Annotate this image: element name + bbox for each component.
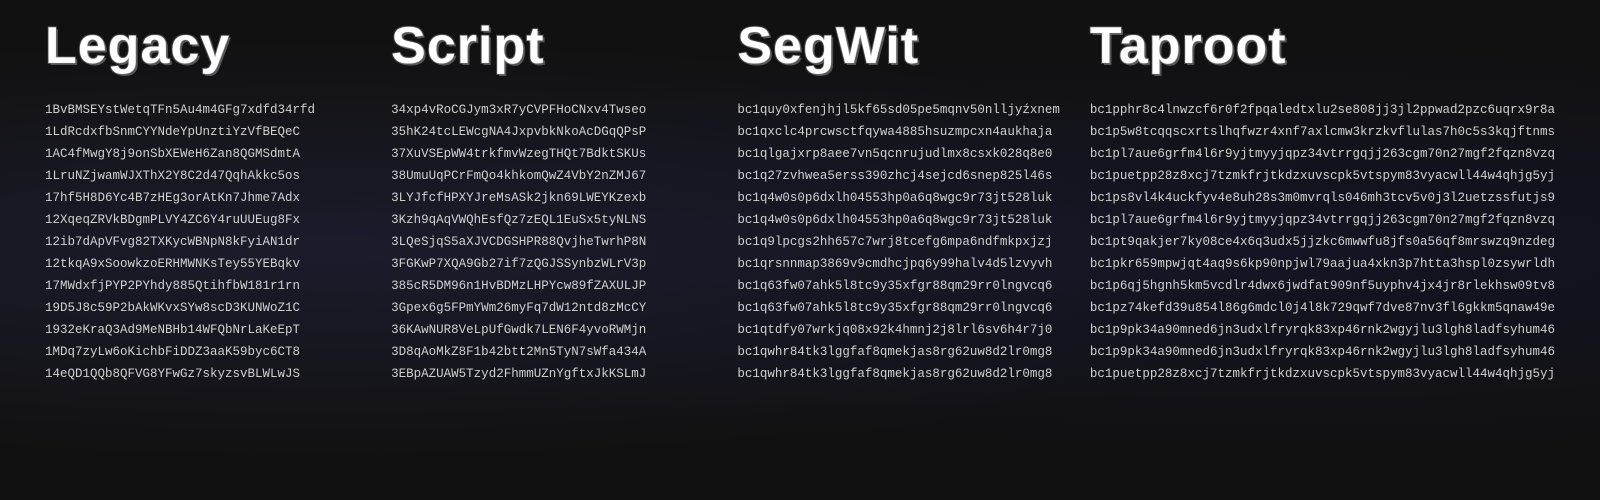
address-item[interactable]: 1BvBMSEYstWetqTFn5Au4m4GFg7xdfd34rfd: [45, 100, 361, 120]
address-item[interactable]: bc1qrsnnmap3869v9cmdhcjpq6y99halv4d5lzvy…: [737, 254, 1060, 274]
address-item[interactable]: 34xp4vRoCGJym3xR7yCVPFHoCNxv4Twseo: [391, 100, 707, 120]
address-item[interactable]: bc1q4w0s0p6dxlh04553hp0a6q8wgc9r73jt528l…: [737, 210, 1060, 230]
address-item[interactable]: 1LruNZjwamWJXThX2Y8C2d47QqhAkkc5os: [45, 166, 361, 186]
address-item[interactable]: bc1p6qj5hgnh5km5vcdlr4dwx6jwdfat909nf5uy…: [1090, 276, 1555, 296]
address-list-taproot: bc1pphr8c4lnwzcf6r0f2fpqaledtxlu2se808jj…: [1090, 100, 1555, 384]
column-script: Script 34xp4vRoCGJym3xR7yCVPFHoCNxv4Twseo…: [376, 20, 722, 384]
address-item[interactable]: 3LYJfcfHPXYJreMsASk2jkn69LWEYKzexb: [391, 188, 707, 208]
address-item[interactable]: bc1qtdfy07wrkjq08x92k4hmnj2j8lrl6sv6h4r7…: [737, 320, 1060, 340]
address-item[interactable]: bc1q27zvhwea5erss390zhcj4sejcd6snep825l4…: [737, 166, 1060, 186]
address-item[interactable]: bc1q9lpcgs2hh657c7wrj8tcefg6mpa6ndfmkpxj…: [737, 232, 1060, 252]
column-title-script: Script: [391, 20, 707, 72]
column-taproot: Taproot bc1pphr8c4lnwzcf6r0f2fpqaledtxlu2…: [1075, 20, 1570, 384]
column-legacy: Legacy 1BvBMSEYstWetqTFn5Au4m4GFg7xdfd34r…: [30, 20, 376, 384]
address-item[interactable]: 3Kzh9qAqVWQhEsfQz7zEQL1EuSx5tyNLNS: [391, 210, 707, 230]
address-item[interactable]: 19D5J8c59P2bAkWKvxSYw8scD3KUNWoZ1C: [45, 298, 361, 318]
address-item[interactable]: 12XqeqZRVkBDgmPLVY4ZC6Y4ruUUEug8Fx: [45, 210, 361, 230]
column-title-legacy: Legacy: [45, 20, 361, 72]
address-item[interactable]: 3LQeSjqS5aXJVCDGSHPR88QvjheTwrhP8N: [391, 232, 707, 252]
address-item[interactable]: bc1puetpp28z8xcj7tzmkfrjtkdzxuvscpk5vtsp…: [1090, 364, 1555, 384]
address-item[interactable]: 38UmuUqPCrFmQo4khkomQwZ4VbY2nZMJ67: [391, 166, 707, 186]
column-segwit: SegWit bc1quy0xfenjhjl5kf65sd05pe5mqnv50n…: [722, 20, 1075, 384]
address-item[interactable]: 17hf5H8D6Yc4B7zHEg3orAtKn7Jhme7Adx: [45, 188, 361, 208]
address-item[interactable]: bc1q63fw07ahk5l8tc9y35xfgr88qm29rr0lngvc…: [737, 298, 1060, 318]
address-item[interactable]: bc1pphr8c4lnwzcf6r0f2fpqaledtxlu2se808jj…: [1090, 100, 1555, 120]
address-item[interactable]: bc1pz74kefd39u854l86g6mdcl0j4l8k729qwf7d…: [1090, 298, 1555, 318]
address-item[interactable]: 36KAwNUR8VeLpUfGwdk7LEN6F4yvoRWMjn: [391, 320, 707, 340]
address-item[interactable]: bc1quy0xfenjhjl5kf65sd05pe5mqnv50nlljyźx…: [737, 100, 1060, 120]
address-item[interactable]: bc1pt9qakjer7ky08ce4x6q3udx5jjzkc6mwwfu8…: [1090, 232, 1555, 252]
address-item[interactable]: 35hK24tcLEWcgNA4JxpvbkNkoAcDGqQPsP: [391, 122, 707, 142]
address-list-segwit: bc1quy0xfenjhjl5kf65sd05pe5mqnv50nlljyźx…: [737, 100, 1060, 384]
column-title-taproot: Taproot: [1090, 20, 1555, 72]
address-item[interactable]: bc1q63fw07ahk5l8tc9y35xfgr88qm29rr0lngvc…: [737, 276, 1060, 296]
address-item[interactable]: bc1qlgajxrp8aee7vn5qcnrujudlmx8csxk028q8…: [737, 144, 1060, 164]
address-item[interactable]: bc1ps8vl4k4uckfyv4e8uh28s3m0mvrqls046mh3…: [1090, 188, 1555, 208]
address-item[interactable]: bc1pl7aue6grfm4l6r9yjtmyyjqpz34vtrrgqjj2…: [1090, 210, 1555, 230]
address-item[interactable]: 37XuVSEpWW4trkfmvWzegTHQt7BdktSKUs: [391, 144, 707, 164]
address-item[interactable]: 1932eKraQ3Ad9MeNBHb14WFQbNrLaKeEpT: [45, 320, 361, 340]
address-item[interactable]: bc1pl7aue6grfm4l6r9yjtmyyjqpz34vtrrgqjj2…: [1090, 144, 1555, 164]
address-item[interactable]: bc1puetpp28z8xcj7tzmkfrjtkdzxuvscpk5vtsp…: [1090, 166, 1555, 186]
address-item[interactable]: 385cR5DM96n1HvBDMzLHPYcw89fZAXULJP: [391, 276, 707, 296]
address-item[interactable]: 1AC4fMwgY8j9onSbXEWeH6Zan8QGMSdmtA: [45, 144, 361, 164]
address-list-script: 34xp4vRoCGJym3xR7yCVPFHoCNxv4Twseo35hK24…: [391, 100, 707, 384]
address-item[interactable]: 1LdRcdxfbSnmCYYNdeYpUnztiYzVfBEQeC: [45, 122, 361, 142]
address-item[interactable]: 3D8qAoMkZ8F1b42btt2Mn5TyN7sWfa434A: [391, 342, 707, 362]
address-item[interactable]: 1MDq7zyLw6oKichbFiDDZ3aaK59byc6CT8: [45, 342, 361, 362]
address-item[interactable]: 12ib7dApVFvg82TXKycWBNpN8kFyiAN1dr: [45, 232, 361, 252]
address-item[interactable]: 3FGKwP7XQA9Gb27if7zQGJSSynbzWLrV3p: [391, 254, 707, 274]
address-item[interactable]: bc1qwhr84tk3lggfaf8qmekjas8rg62uw8d2lr0m…: [737, 342, 1060, 362]
address-item[interactable]: bc1qxclc4prcwsctfqywa4885hsuzmpcxn4aukha…: [737, 122, 1060, 142]
address-item[interactable]: bc1q4w0s0p6dxlh04553hp0a6q8wgc9r73jt528l…: [737, 188, 1060, 208]
address-item[interactable]: 3EBpAZUAW5Tzyd2FhmmUZnYgftxJkKSLmJ: [391, 364, 707, 384]
address-item[interactable]: 12tkqA9xSoowkzoERHMWNKsTey55YEBqkv: [45, 254, 361, 274]
address-item[interactable]: 17MWdxfjPYP2PYhdy885QtihfbW181r1rn: [45, 276, 361, 296]
address-item[interactable]: 14eQD1QQb8QFVG8YFwGz7skyzsvBLWLwJS: [45, 364, 361, 384]
address-item[interactable]: 3Gpex6g5FPmYWm26myFq7dW12ntd8zMcCY: [391, 298, 707, 318]
address-item[interactable]: bc1p5w8tcqqscxrtslhqfwzr4xnf7axlcmw3krzk…: [1090, 122, 1555, 142]
address-item[interactable]: bc1pkr659mpwjqt4aq9s6kp90npjwl79aajua4xk…: [1090, 254, 1555, 274]
address-item[interactable]: bc1p9pk34a90mned6jn3udxlfryrqk83xp46rnk2…: [1090, 342, 1555, 362]
column-title-segwit: SegWit: [737, 20, 1060, 72]
address-list-legacy: 1BvBMSEYstWetqTFn5Au4m4GFg7xdfd34rfd1LdR…: [45, 100, 361, 384]
address-item[interactable]: bc1qwhr84tk3lggfaf8qmekjas8rg62uw8d2lr0m…: [737, 364, 1060, 384]
main-columns: Legacy 1BvBMSEYstWetqTFn5Au4m4GFg7xdfd34r…: [0, 20, 1600, 384]
address-item[interactable]: bc1p9pk34a90mned6jn3udxlfryrqk83xp46rnk2…: [1090, 320, 1555, 340]
